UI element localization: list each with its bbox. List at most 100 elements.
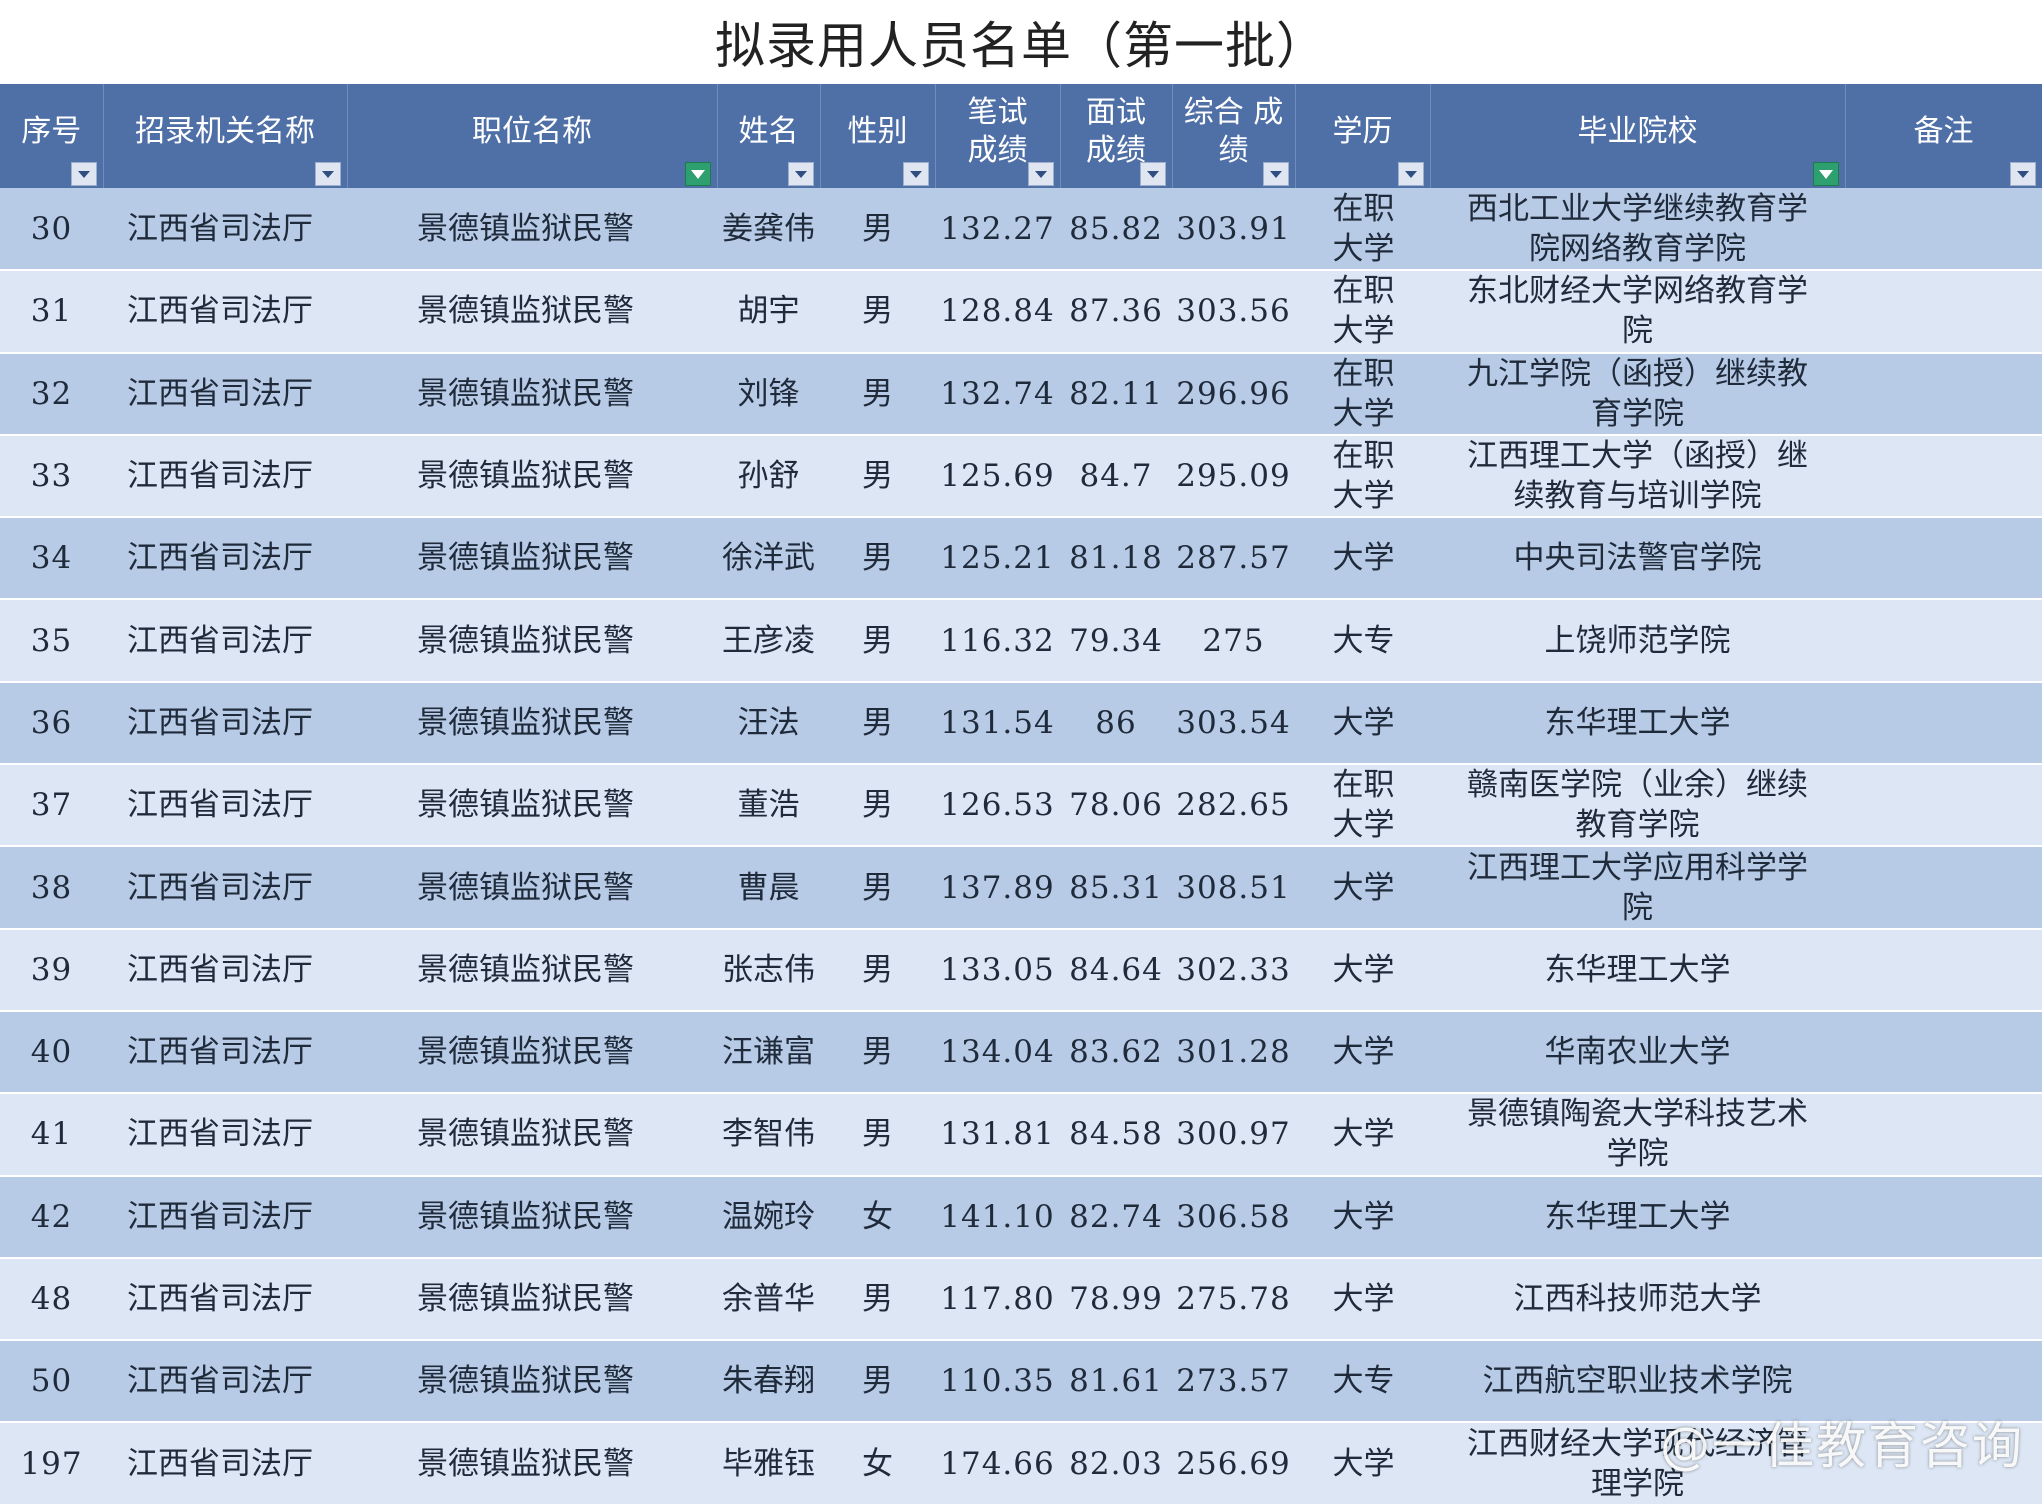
table-cell[interactable]: 女 [820,1175,935,1259]
table-cell[interactable]: 江西科技师范大学 [1430,1257,1845,1342]
table-cell[interactable]: 50 [0,1340,103,1424]
table-row[interactable]: 42 江西省司法厅 景德镇监狱民警 温婉玲女 141.10 82.74 306.58 大学 东华… [0,1175,2042,1259]
table-cell[interactable]: 303.91 [1172,188,1295,272]
table-cell[interactable]: 男 [820,188,935,272]
table-cell[interactable]: 197 [0,1422,103,1506]
table-cell[interactable]: 景德镇监狱民警 [347,1093,717,1177]
filter-active-button[interactable] [1812,162,1839,186]
table-cell[interactable]: 男 [820,681,935,766]
table-cell[interactable]: 男 [820,1257,935,1342]
table-cell[interactable] [1845,517,2042,601]
table-cell[interactable] [1845,1010,2042,1095]
table-cell[interactable]: 在职大学 [1295,188,1430,272]
table-cell[interactable]: 275 [1172,599,1295,683]
table-row[interactable]: 34 江西省司法厅 景德镇监狱民警 徐洋武男 125.21 81.18 287.57 大学 中央… [0,517,2042,601]
table-cell[interactable]: 303.56 [1172,270,1295,354]
table-cell[interactable]: 江西省司法厅 [103,764,347,848]
table-cell[interactable]: 85.31 [1060,846,1172,930]
table-cell[interactable]: 141.10 [935,1175,1060,1259]
table-cell[interactable]: 36 [0,681,103,766]
table-cell[interactable]: 39 [0,928,103,1012]
filter-dropdown-button[interactable] [1397,162,1424,186]
table-cell[interactable]: 江西省司法厅 [103,1257,347,1342]
table-row[interactable]: 30 江西省司法厅 景德镇监狱民警 姜龚伟男 132.27 85.82 303.91 在职大学… [0,188,2042,272]
table-cell[interactable]: 35 [0,599,103,683]
table-cell[interactable]: 37 [0,764,103,848]
table-cell[interactable]: 女 [820,1422,935,1506]
table-cell[interactable]: 男 [820,599,935,683]
table-cell[interactable]: 132.74 [935,352,1060,436]
filter-dropdown-button[interactable] [70,162,97,186]
table-cell[interactable]: 275.78 [1172,1257,1295,1342]
table-row[interactable]: 40 江西省司法厅 景德镇监狱民警 汪谦富男 134.04 83.62 301.28 大学 华南… [0,1010,2042,1095]
table-cell[interactable]: 132.27 [935,188,1060,272]
table-cell[interactable]: 男 [820,352,935,436]
table-cell[interactable]: 大学 [1295,1093,1430,1177]
filter-dropdown-button[interactable] [787,162,814,186]
table-cell[interactable]: 男 [820,846,935,930]
table-cell[interactable]: 张志伟 [717,928,820,1012]
table-cell[interactable]: 东华理工大学 [1430,1175,1845,1259]
table-cell[interactable]: 男 [820,517,935,601]
table-cell[interactable]: 景德镇监狱民警 [347,846,717,930]
table-cell[interactable]: 大学 [1295,1422,1430,1506]
table-cell[interactable]: 295.09 [1172,434,1295,519]
table-cell[interactable]: 110.35 [935,1340,1060,1424]
table-cell[interactable]: 85.82 [1060,188,1172,272]
table-cell[interactable]: 董浩 [717,764,820,848]
table-cell[interactable]: 125.21 [935,517,1060,601]
table-cell[interactable]: 126.53 [935,764,1060,848]
table-row[interactable]: 37 江西省司法厅 景德镇监狱民警 董浩男 126.53 78.06 282.65 在职大学赣… [0,764,2042,848]
table-cell[interactable]: 东华理工大学 [1430,681,1845,766]
table-cell[interactable]: 大专 [1295,1340,1430,1424]
table-cell[interactable]: 大学 [1295,1010,1430,1095]
filter-dropdown-button[interactable] [314,162,341,186]
table-cell[interactable]: 48 [0,1257,103,1342]
table-cell[interactable]: 84.64 [1060,928,1172,1012]
table-cell[interactable]: 87.36 [1060,270,1172,354]
table-cell[interactable]: 男 [820,1093,935,1177]
table-cell[interactable]: 刘锋 [717,352,820,436]
table-cell[interactable]: 38 [0,846,103,930]
table-cell[interactable]: 303.54 [1172,681,1295,766]
table-cell[interactable]: 在职大学 [1295,764,1430,848]
table-cell[interactable]: 江西省司法厅 [103,1422,347,1506]
table-cell[interactable]: 景德镇监狱民警 [347,188,717,272]
table-cell[interactable]: 40 [0,1010,103,1095]
table-cell[interactable]: 景德镇监狱民警 [347,1010,717,1095]
table-cell[interactable]: 江西理工大学应用科学学院 [1430,846,1845,930]
table-cell[interactable]: 300.97 [1172,1093,1295,1177]
table-cell[interactable]: 姜龚伟 [717,188,820,272]
table-cell[interactable]: 李智伟 [717,1093,820,1177]
table-cell[interactable]: 81.18 [1060,517,1172,601]
table-cell[interactable]: 江西省司法厅 [103,270,347,354]
table-cell[interactable]: 在职大学 [1295,352,1430,436]
table-cell[interactable]: 徐洋武 [717,517,820,601]
table-cell[interactable]: 大学 [1295,846,1430,930]
table-row[interactable]: 33 江西省司法厅 景德镇监狱民警 孙舒男 125.69 84.7 295.09 在职大学 江西… [0,434,2042,519]
table-cell[interactable]: 华南农业大学 [1430,1010,1845,1095]
table-cell[interactable]: 82.11 [1060,352,1172,436]
table-cell[interactable] [1845,1257,2042,1342]
table-cell[interactable]: 江西省司法厅 [103,434,347,519]
table-cell[interactable]: 江西省司法厅 [103,352,347,436]
table-cell[interactable]: 大学 [1295,681,1430,766]
table-cell[interactable]: 中央司法警官学院 [1430,517,1845,601]
table-cell[interactable]: 男 [820,1340,935,1424]
table-cell[interactable]: 余普华 [717,1257,820,1342]
table-cell[interactable]: 东华理工大学 [1430,928,1845,1012]
filter-dropdown-button[interactable] [1139,162,1166,186]
table-cell[interactable]: 287.57 [1172,517,1295,601]
table-cell[interactable] [1845,599,2042,683]
table-row[interactable]: 39 江西省司法厅 景德镇监狱民警 张志伟男 133.05 84.64 302.33 大学 东华… [0,928,2042,1012]
table-row[interactable]: 31 江西省司法厅 景德镇监狱民警 胡宇男 128.84 87.36 303.56 在职大学东… [0,270,2042,354]
table-cell[interactable]: 景德镇监狱民警 [347,1175,717,1259]
table-cell[interactable]: 江西省司法厅 [103,599,347,683]
table-cell[interactable] [1845,846,2042,930]
table-cell[interactable]: 景德镇监狱民警 [347,517,717,601]
table-cell[interactable]: 男 [820,764,935,848]
table-cell[interactable]: 83.62 [1060,1010,1172,1095]
table-row[interactable]: 41 江西省司法厅 景德镇监狱民警 李智伟男 131.81 84.58 300.97 大学 景德… [0,1093,2042,1177]
table-cell[interactable]: 景德镇陶瓷大学科技艺术学院 [1430,1093,1845,1177]
table-cell[interactable]: 82.03 [1060,1422,1172,1506]
